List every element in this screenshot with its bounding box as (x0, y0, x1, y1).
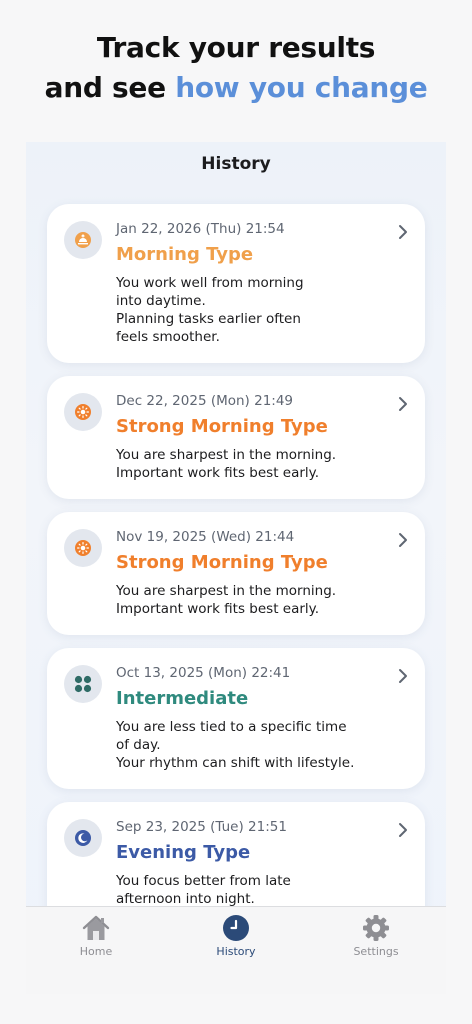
result-type: Strong Morning Type (116, 416, 328, 437)
tab-settings[interactable]: Settings (326, 913, 426, 958)
result-date: Oct 13, 2025 (Mon) 22:41 (116, 665, 291, 681)
history-card[interactable]: Jan 22, 2026 (Thu) 21:54 Morning Type Yo… (47, 204, 425, 363)
description-line: Your rhythm can shift with lifestyle. (116, 755, 355, 771)
result-icon-badge (64, 529, 102, 567)
description-line: of day. (116, 737, 161, 753)
chevron-right-icon (399, 533, 407, 547)
moon-icon (75, 830, 91, 846)
tab-history-label: History (216, 945, 256, 958)
result-type: Morning Type (116, 244, 254, 265)
sunrise-icon (75, 232, 91, 248)
page-title: History (201, 154, 271, 174)
history-card[interactable]: Dec 22, 2025 (Mon) 21:49 Strong Morning … (47, 376, 425, 499)
gear-icon (363, 915, 389, 941)
description-line: You are less tied to a specific time (116, 719, 347, 735)
promo-line-2-prefix: and see (44, 71, 176, 104)
chevron-right-icon (399, 669, 407, 683)
result-type: Evening Type (116, 842, 251, 863)
sun-icon (75, 404, 91, 420)
result-date: Nov 19, 2025 (Wed) 21:44 (116, 529, 295, 545)
chevron-right-icon (399, 225, 407, 239)
description-line: feels smoother. (116, 329, 220, 345)
history-card[interactable]: Nov 19, 2025 (Wed) 21:44 Strong Morning … (47, 512, 425, 635)
tab-home-label: Home (79, 945, 113, 958)
description-line: Important work fits best early. (116, 465, 320, 481)
description-line: You focus better from late (116, 873, 291, 889)
tab-bar: Home History Settings (26, 906, 446, 994)
clock-icon (223, 915, 249, 941)
result-icon-badge (64, 819, 102, 857)
app-screen: History Jan 22, 2026 (Thu) 21:54 Morning… (26, 142, 446, 994)
result-date: Jan 22, 2026 (Thu) 21:54 (116, 221, 285, 237)
home-icon (82, 915, 110, 940)
result-description: You are less tied to a specific time of … (116, 718, 401, 772)
tab-home[interactable]: Home (46, 913, 146, 958)
result-icon-badge (64, 221, 102, 259)
description-line: Planning tasks earlier often (116, 311, 301, 327)
sun-icon (75, 540, 91, 556)
promo-line-2: and see how you change (0, 68, 472, 108)
result-icon-badge (64, 665, 102, 703)
description-line: You are sharpest in the morning. (116, 583, 337, 599)
result-date: Dec 22, 2025 (Mon) 21:49 (116, 393, 294, 409)
description-line: You are sharpest in the morning. (116, 447, 337, 463)
tab-history[interactable]: History (186, 913, 286, 958)
result-icon-badge (64, 393, 102, 431)
description-line: Important work fits best early. (116, 601, 320, 617)
result-description: You are sharpest in the morning. Importa… (116, 582, 401, 618)
history-card[interactable]: Oct 13, 2025 (Mon) 22:41 Intermediate Yo… (47, 648, 425, 789)
chevron-right-icon (399, 397, 407, 411)
description-line: You work well from morning (116, 275, 304, 291)
promo-line-2-accent: how you change (175, 71, 428, 104)
result-description: You are sharpest in the morning. Importa… (116, 446, 401, 482)
result-type: Strong Morning Type (116, 552, 328, 573)
result-description: You focus better from late afternoon int… (116, 872, 401, 908)
result-type: Intermediate (116, 688, 249, 709)
promo-headline: Track your results and see how you chang… (0, 28, 472, 108)
tab-settings-label: Settings (353, 945, 399, 958)
four-dots-icon (74, 675, 92, 693)
result-date: Sep 23, 2025 (Tue) 21:51 (116, 819, 287, 835)
description-line: into daytime. (116, 293, 206, 309)
promo-line-1: Track your results (96, 31, 376, 64)
result-description: You work well from morning into daytime.… (116, 274, 401, 346)
chevron-right-icon (399, 823, 407, 837)
